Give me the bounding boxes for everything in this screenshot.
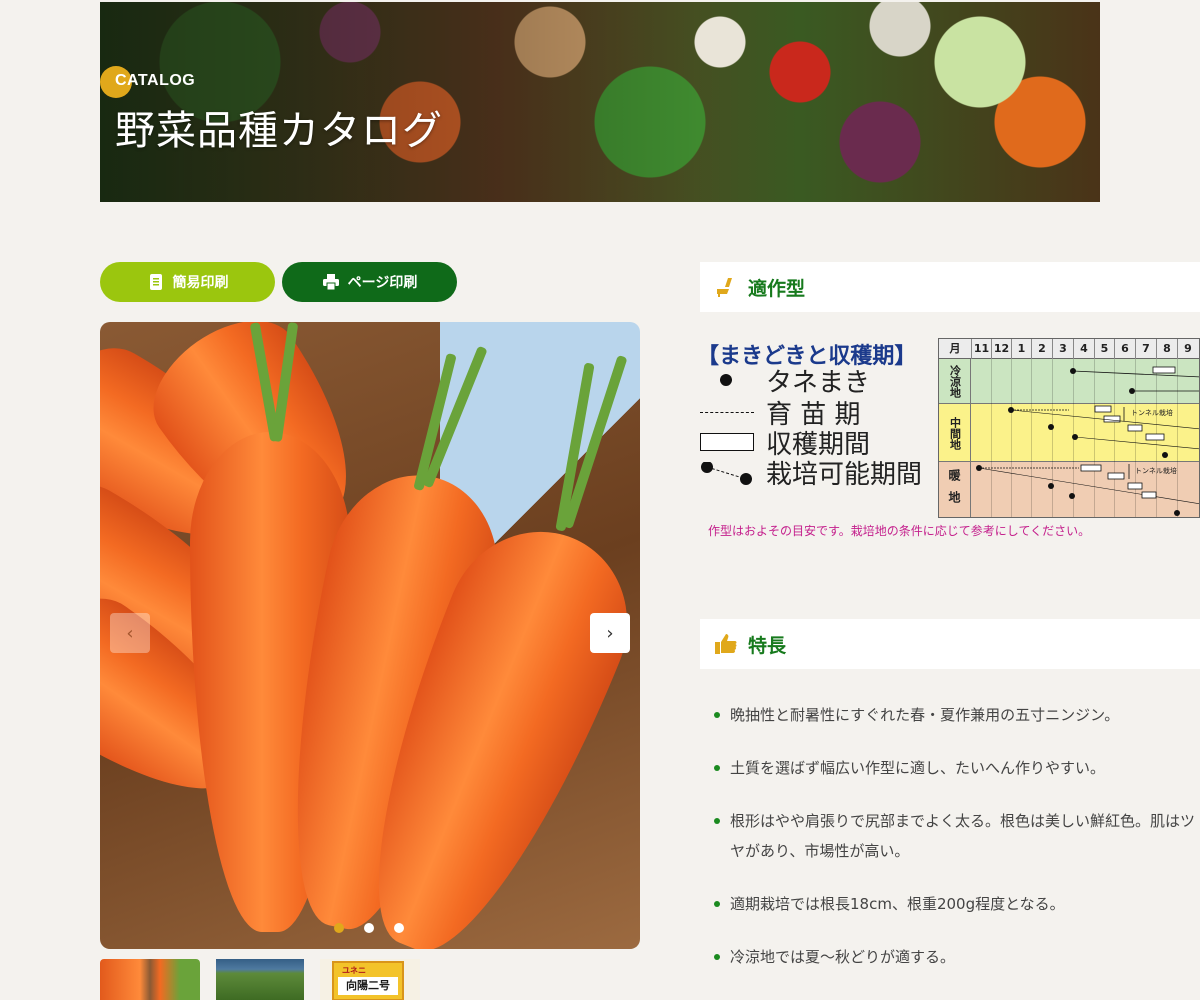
feature-item: 晩抽性と耐暑性にすぐれた春・夏作兼用の五寸ニンジン。	[714, 700, 1200, 730]
carousel-dot[interactable]	[394, 923, 404, 933]
calendar-schedule-lines	[976, 366, 1199, 516]
simple-print-label: 簡易印刷	[172, 275, 229, 291]
legend-harvest: 収穫期間	[700, 430, 870, 460]
section-header-features: 特長	[700, 619, 1200, 669]
page-title: 野菜品種カタログ	[115, 108, 443, 154]
legend-sowing: タネまき	[700, 368, 870, 398]
feature-item: 適期栽培では根長18cm、根重200g程度となる。	[714, 889, 1200, 919]
seed-package: ユネニ 向陽二号	[332, 961, 404, 1000]
tunnel-label-warm: トンネル栽培	[1135, 467, 1177, 475]
printer-icon	[322, 274, 339, 291]
feature-item: 根形はやや肩張りで尻部までよく太る。根色は美しい鮮紅色。肌はツヤがあり、市場性が…	[714, 806, 1200, 866]
feature-item: 冷涼地では夏〜秋どりが適する。	[714, 942, 1200, 972]
document-icon	[149, 274, 162, 290]
cultivation-line-icon	[700, 461, 754, 485]
carousel-dot[interactable]	[364, 923, 374, 933]
section-header-cropping-type: 適作型	[700, 262, 1200, 312]
simple-print-button[interactable]: 簡易印刷	[100, 262, 275, 302]
package-top-text: ユネニ	[342, 966, 366, 975]
thumbnail-strip: ユネニ 向陽二号	[100, 959, 420, 1000]
carousel-next-button[interactable]: ›	[590, 613, 630, 653]
hero-banner: CATALOG 野菜品種カタログ	[100, 2, 1100, 202]
hero-subtitle: CATALOG	[115, 72, 196, 89]
chair-icon	[717, 278, 732, 297]
legend-cultivation-label: 栽培可能期間	[766, 459, 923, 490]
thumbnail-carrot[interactable]	[100, 959, 200, 1000]
tunnel-label-mid: トンネル栽培	[1131, 409, 1173, 417]
page-print-label: ページ印刷	[347, 275, 418, 291]
section-title-features: 特長	[748, 634, 787, 657]
carousel-dot[interactable]	[334, 923, 344, 933]
carousel-prev-button[interactable]: ‹	[110, 613, 150, 653]
section-title-cropping-type: 適作型	[748, 277, 806, 300]
cultivation-calendar: 月 11 12 1 2 3 4 5 6 7 8 9 冷涼地 中間地 暖地 トンネ…	[938, 338, 1200, 518]
thumbnail-field[interactable]	[216, 959, 304, 1000]
carousel-dots	[334, 923, 404, 933]
harvest-box-icon	[700, 432, 754, 452]
thumbnail-seed-package[interactable]: ユネニ 向陽二号	[320, 959, 420, 1000]
sowing-dot-icon	[700, 370, 754, 390]
package-label: 向陽二号	[338, 977, 398, 995]
legend-seedling: 育 苗 期	[700, 400, 861, 430]
thumbs-up-icon	[715, 634, 737, 654]
feature-item: 土質を選ばず幅広い作型に適し、たいへん作りやすい。	[714, 753, 1200, 783]
cropping-note: 作型はおよその目安です。栽培地の条件に応じて参考にしてください。	[708, 524, 1091, 538]
features-list: 晩抽性と耐暑性にすぐれた春・夏作兼用の五寸ニンジン。 土質を選ばず幅広い作型に適…	[714, 700, 1200, 995]
product-image-carrot	[100, 322, 640, 949]
legend-cultivation: 栽培可能期間	[700, 460, 922, 490]
page-print-button[interactable]: ページ印刷	[282, 262, 457, 302]
seedling-dashed-icon	[700, 402, 754, 422]
